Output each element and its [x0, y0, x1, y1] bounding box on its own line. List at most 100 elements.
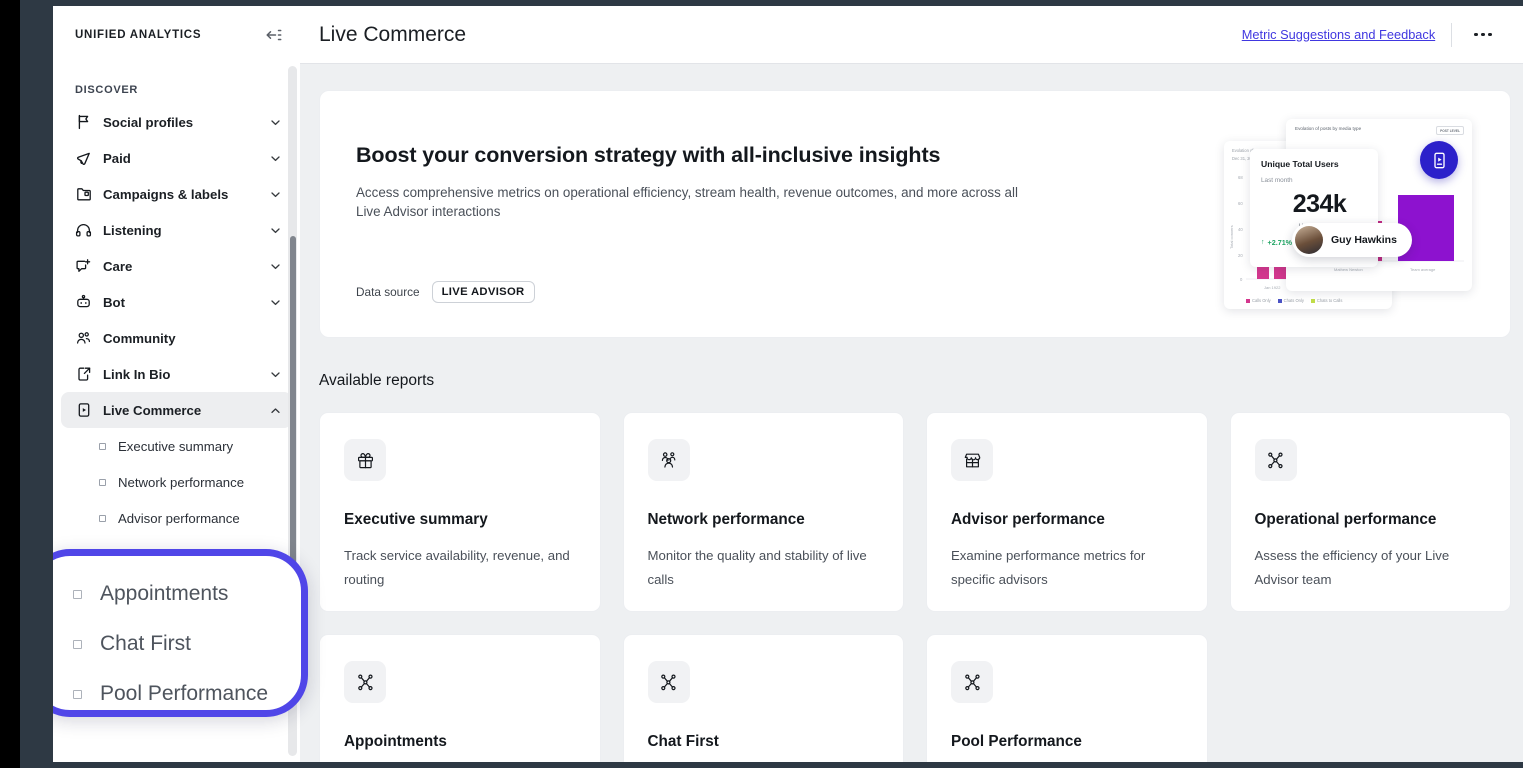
svg-text:20: 20 — [1238, 253, 1243, 258]
illus-front-delta: +2.71% — [1268, 238, 1293, 247]
folder-tag-icon — [75, 186, 92, 203]
chevron-down-icon[interactable] — [269, 260, 282, 273]
sidebar-item-link-in-bio[interactable]: Link In Bio — [61, 356, 292, 392]
illus-front-period: Last month — [1261, 177, 1378, 184]
magnified-item-label: Chat First — [100, 632, 191, 656]
svg-text:Mathew Newton: Mathew Newton — [1334, 267, 1363, 272]
magnified-item-label: Appointments — [100, 582, 228, 606]
trend-up-icon: ↑ — [1261, 239, 1265, 246]
collapse-panel-icon[interactable] — [260, 22, 286, 48]
sidebar-item-listening[interactable]: Listening — [61, 212, 292, 248]
bullet-square-icon — [99, 479, 106, 486]
window-frame: UNIFIED ANALYTICS DISCOVER — [20, 0, 1523, 768]
sidebar-subitem-label: Network performance — [118, 475, 244, 490]
network-nodes-icon — [951, 661, 993, 703]
sidebar-item-label: Paid — [103, 151, 258, 166]
report-card-operational-performance[interactable]: Operational performance Assess the effic… — [1230, 412, 1512, 612]
sidebar-subitem-advisor-performance[interactable]: Advisor performance — [53, 500, 300, 536]
chevron-down-icon[interactable] — [269, 224, 282, 237]
svg-text:60: 60 — [1238, 201, 1243, 206]
sidebar-item-label: Live Commerce — [103, 403, 258, 418]
sidebar-title: UNIFIED ANALYTICS — [75, 29, 201, 41]
sidebar-subitem-label: Executive summary — [118, 439, 233, 454]
chevron-up-icon[interactable] — [269, 404, 282, 417]
illus-legend-item: Chats Only — [1284, 298, 1304, 303]
topbar: Live Commerce Metric Suggestions and Fee… — [300, 6, 1523, 64]
sidebar-item-campaigns-labels[interactable]: Campaigns & labels — [61, 176, 292, 212]
svg-text:40: 40 — [1238, 227, 1243, 232]
svg-text:Team average: Team average — [1410, 267, 1436, 272]
sidebar-item-label: Campaigns & labels — [103, 187, 258, 202]
illus-mid-title: Evolation of posts by media type — [1295, 126, 1361, 131]
bullet-square-icon — [99, 443, 106, 450]
network-nodes-icon — [1255, 439, 1297, 481]
bullet-square-icon — [73, 590, 82, 599]
illus-front-title: Unique Total Users — [1261, 159, 1378, 169]
network-nodes-icon — [648, 661, 690, 703]
report-card-advisor-performance[interactable]: Advisor performance Examine performance … — [926, 412, 1208, 612]
kebab-menu-icon[interactable] — [1468, 27, 1498, 43]
chevron-down-icon[interactable] — [269, 296, 282, 309]
chat-plus-icon — [75, 258, 92, 275]
sidebar-subitem-network-performance[interactable]: Network performance — [53, 464, 300, 500]
magnifier-callout: Appointments Chat First Pool Performance — [53, 549, 308, 717]
hero-heading: Boost your conversion strategy with all-… — [356, 143, 1040, 168]
main-area: Live Commerce Metric Suggestions and Fee… — [300, 6, 1523, 762]
sidebar-subitem-label: Advisor performance — [118, 511, 240, 526]
topbar-divider — [1451, 23, 1452, 47]
reports-grid: Executive summary Track service availabi… — [319, 412, 1511, 762]
metric-suggestions-feedback-link[interactable]: Metric Suggestions and Feedback — [1242, 27, 1435, 42]
sidebar-item-paid[interactable]: Paid — [61, 140, 292, 176]
chevron-down-icon[interactable] — [269, 188, 282, 201]
svg-text:68: 68 — [1238, 175, 1243, 180]
sidebar-item-social-profiles[interactable]: Social profiles — [61, 104, 292, 140]
report-card-network-performance[interactable]: Network performance Monitor the quality … — [623, 412, 905, 612]
svg-text:Total convers: Total convers — [1229, 225, 1234, 249]
hero-illustration: Evolation of Dec 31, 2021 - 68 60 40 20 … — [1224, 113, 1472, 313]
sidebar-item-community[interactable]: Community — [61, 320, 292, 356]
illus-front-value: 234k — [1261, 190, 1378, 219]
report-card-pool-performance[interactable]: Pool Performance — [926, 634, 1208, 762]
megaphone-icon — [75, 150, 92, 167]
sidebar-item-label: Care — [103, 259, 258, 274]
illustration-person-pill: Guy Hawkins — [1292, 223, 1412, 257]
window-content: UNIFIED ANALYTICS DISCOVER — [53, 6, 1523, 762]
report-card-desc: Assess the efficiency of your Live Advis… — [1255, 544, 1487, 592]
bullet-square-icon — [99, 515, 106, 522]
chevron-down-icon[interactable] — [269, 116, 282, 129]
magnified-item-chat-first[interactable]: Chat First — [73, 619, 301, 669]
external-link-icon — [75, 366, 92, 383]
sidebar-section-discover: DISCOVER — [53, 64, 300, 104]
chevron-down-icon[interactable] — [269, 152, 282, 165]
hero-text-block: Boost your conversion strategy with all-… — [320, 91, 1040, 221]
network-nodes-icon — [344, 661, 386, 703]
sidebar-item-bot[interactable]: Bot — [61, 284, 292, 320]
robot-icon — [75, 294, 92, 311]
illus-mid-tag: POST LEVEL — [1436, 126, 1464, 135]
report-card-appointments[interactable]: Appointments — [319, 634, 601, 762]
sidebar-subitem-executive-summary[interactable]: Executive summary — [53, 428, 300, 464]
sidebar-item-care[interactable]: Care — [61, 248, 292, 284]
magnified-item-appointments[interactable]: Appointments — [73, 569, 301, 619]
flag-icon — [75, 114, 92, 131]
video-play-badge-icon — [1420, 141, 1458, 179]
magnified-item-pool-performance[interactable]: Pool Performance — [73, 669, 301, 717]
report-card-title: Network performance — [648, 511, 880, 529]
svg-text:0: 0 — [1240, 277, 1243, 282]
avatar — [1295, 226, 1323, 254]
report-card-title: Operational performance — [1255, 511, 1487, 529]
screenshot-root: UNIFIED ANALYTICS DISCOVER — [0, 0, 1523, 768]
sidebar-item-label: Bot — [103, 295, 258, 310]
bullet-square-icon — [73, 690, 82, 699]
report-card-chat-first[interactable]: Chat First — [623, 634, 905, 762]
svg-text:Jan 1922: Jan 1922 — [1264, 285, 1281, 290]
sidebar-item-label: Link In Bio — [103, 367, 258, 382]
sidebar-item-live-commerce[interactable]: Live Commerce — [61, 392, 292, 428]
data-source-label: Data source — [356, 285, 420, 299]
hero-banner: Boost your conversion strategy with all-… — [319, 90, 1511, 338]
chevron-down-icon[interactable] — [269, 368, 282, 381]
people-group-icon — [648, 439, 690, 481]
report-card-title: Chat First — [648, 733, 880, 751]
report-card-executive-summary[interactable]: Executive summary Track service availabi… — [319, 412, 601, 612]
headphones-icon — [75, 222, 92, 239]
